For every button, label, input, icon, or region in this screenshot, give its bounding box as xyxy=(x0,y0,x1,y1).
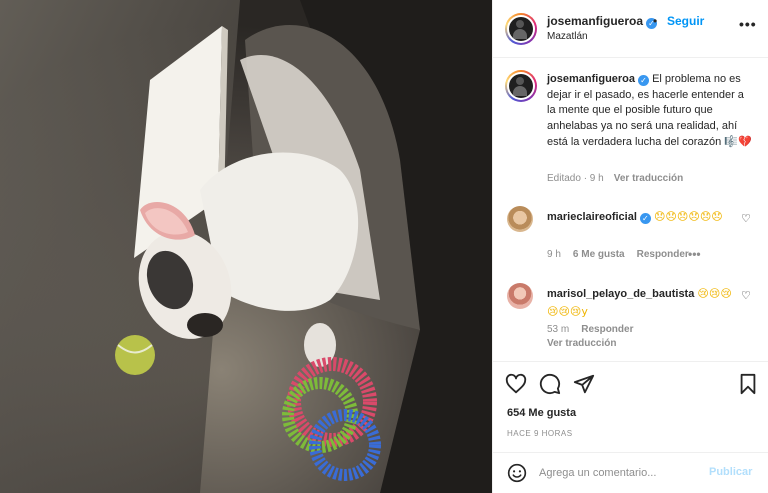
comment-like-heart-icon[interactable]: ♡ xyxy=(741,289,751,302)
caption-translate-link[interactable]: Ver traducción xyxy=(614,173,683,184)
caption-meta: Editado · 9 h Ver traducción xyxy=(547,173,683,184)
post-header: josemanfigueroa ✓ • Seguir Mazatlán ••• xyxy=(493,0,768,58)
comment-time: 9 h xyxy=(547,249,561,260)
caption-emoji: 🎼💔 xyxy=(724,135,752,148)
comment-more-icon[interactable]: ••• xyxy=(688,247,701,261)
dog-photo-illustration xyxy=(0,0,492,493)
header-separator: • xyxy=(653,14,658,28)
comment-time: 53 m xyxy=(547,324,570,335)
comment-meta: 9 h 6 Me gusta Responder xyxy=(547,249,701,260)
comment-text-block: marieclaireoficial ✓ 😞😞😞😞😞😞 xyxy=(547,208,737,226)
emoji-picker-icon[interactable] xyxy=(507,463,527,483)
likes-count[interactable]: 654 Me gusta xyxy=(507,407,576,419)
follow-button[interactable]: Seguir xyxy=(667,14,704,28)
caption-username[interactable]: josemanfigueroa xyxy=(547,73,635,85)
author-avatar[interactable] xyxy=(505,13,537,45)
comment-reply-button[interactable]: Responder xyxy=(581,324,633,335)
bookmark-save-icon[interactable] xyxy=(737,373,759,395)
commenter-avatar[interactable] xyxy=(507,283,533,309)
location-link[interactable]: Mazatlán xyxy=(547,31,588,42)
caption-text-block: josemanfigueroa ✓ El problema no es dejar… xyxy=(547,72,753,151)
share-send-icon[interactable] xyxy=(573,373,595,395)
more-options-icon[interactable]: ••• xyxy=(739,16,757,32)
caption-time: Editado · 9 h xyxy=(547,173,604,184)
comment-meta: 53 m Responder xyxy=(547,324,645,335)
comment-likes[interactable]: 6 Me gusta xyxy=(573,249,625,260)
comment-text-block: marisol_pelayo_de_bautista 😢😢😢😢😢😢y xyxy=(547,285,737,321)
author-username[interactable]: josemanfigueroa ✓ xyxy=(547,14,658,29)
comment-like-heart-icon[interactable]: ♡ xyxy=(741,212,751,225)
publish-button[interactable]: Publicar xyxy=(709,466,752,478)
verified-badge-icon: ✓ xyxy=(638,75,650,86)
caption-author-avatar[interactable] xyxy=(505,70,537,102)
comment-bubble-icon[interactable] xyxy=(539,373,561,395)
post-timestamp[interactable]: HACE 9 HORAS xyxy=(507,429,573,438)
post-photo[interactable] xyxy=(0,0,492,493)
comment-composer: Publicar xyxy=(493,452,768,493)
like-heart-icon[interactable] xyxy=(505,373,527,395)
comment-text: 😞😞😞😞😞😞 xyxy=(653,210,723,223)
post-view: josemanfigueroa ✓ • Seguir Mazatlán ••• j… xyxy=(0,0,768,493)
commenter-avatar[interactable] xyxy=(507,206,533,232)
verified-badge-icon: ✓ xyxy=(639,213,651,224)
comment-reply-button[interactable]: Responder xyxy=(637,249,689,260)
comment-username[interactable]: marisol_pelayo_de_bautista xyxy=(547,288,694,300)
post-sidebar: josemanfigueroa ✓ • Seguir Mazatlán ••• j… xyxy=(492,0,768,493)
comment-username[interactable]: marieclaireoficial xyxy=(547,211,637,223)
comment-translate-link[interactable]: Ver traducción xyxy=(547,338,616,349)
comment-input[interactable] xyxy=(539,464,699,482)
